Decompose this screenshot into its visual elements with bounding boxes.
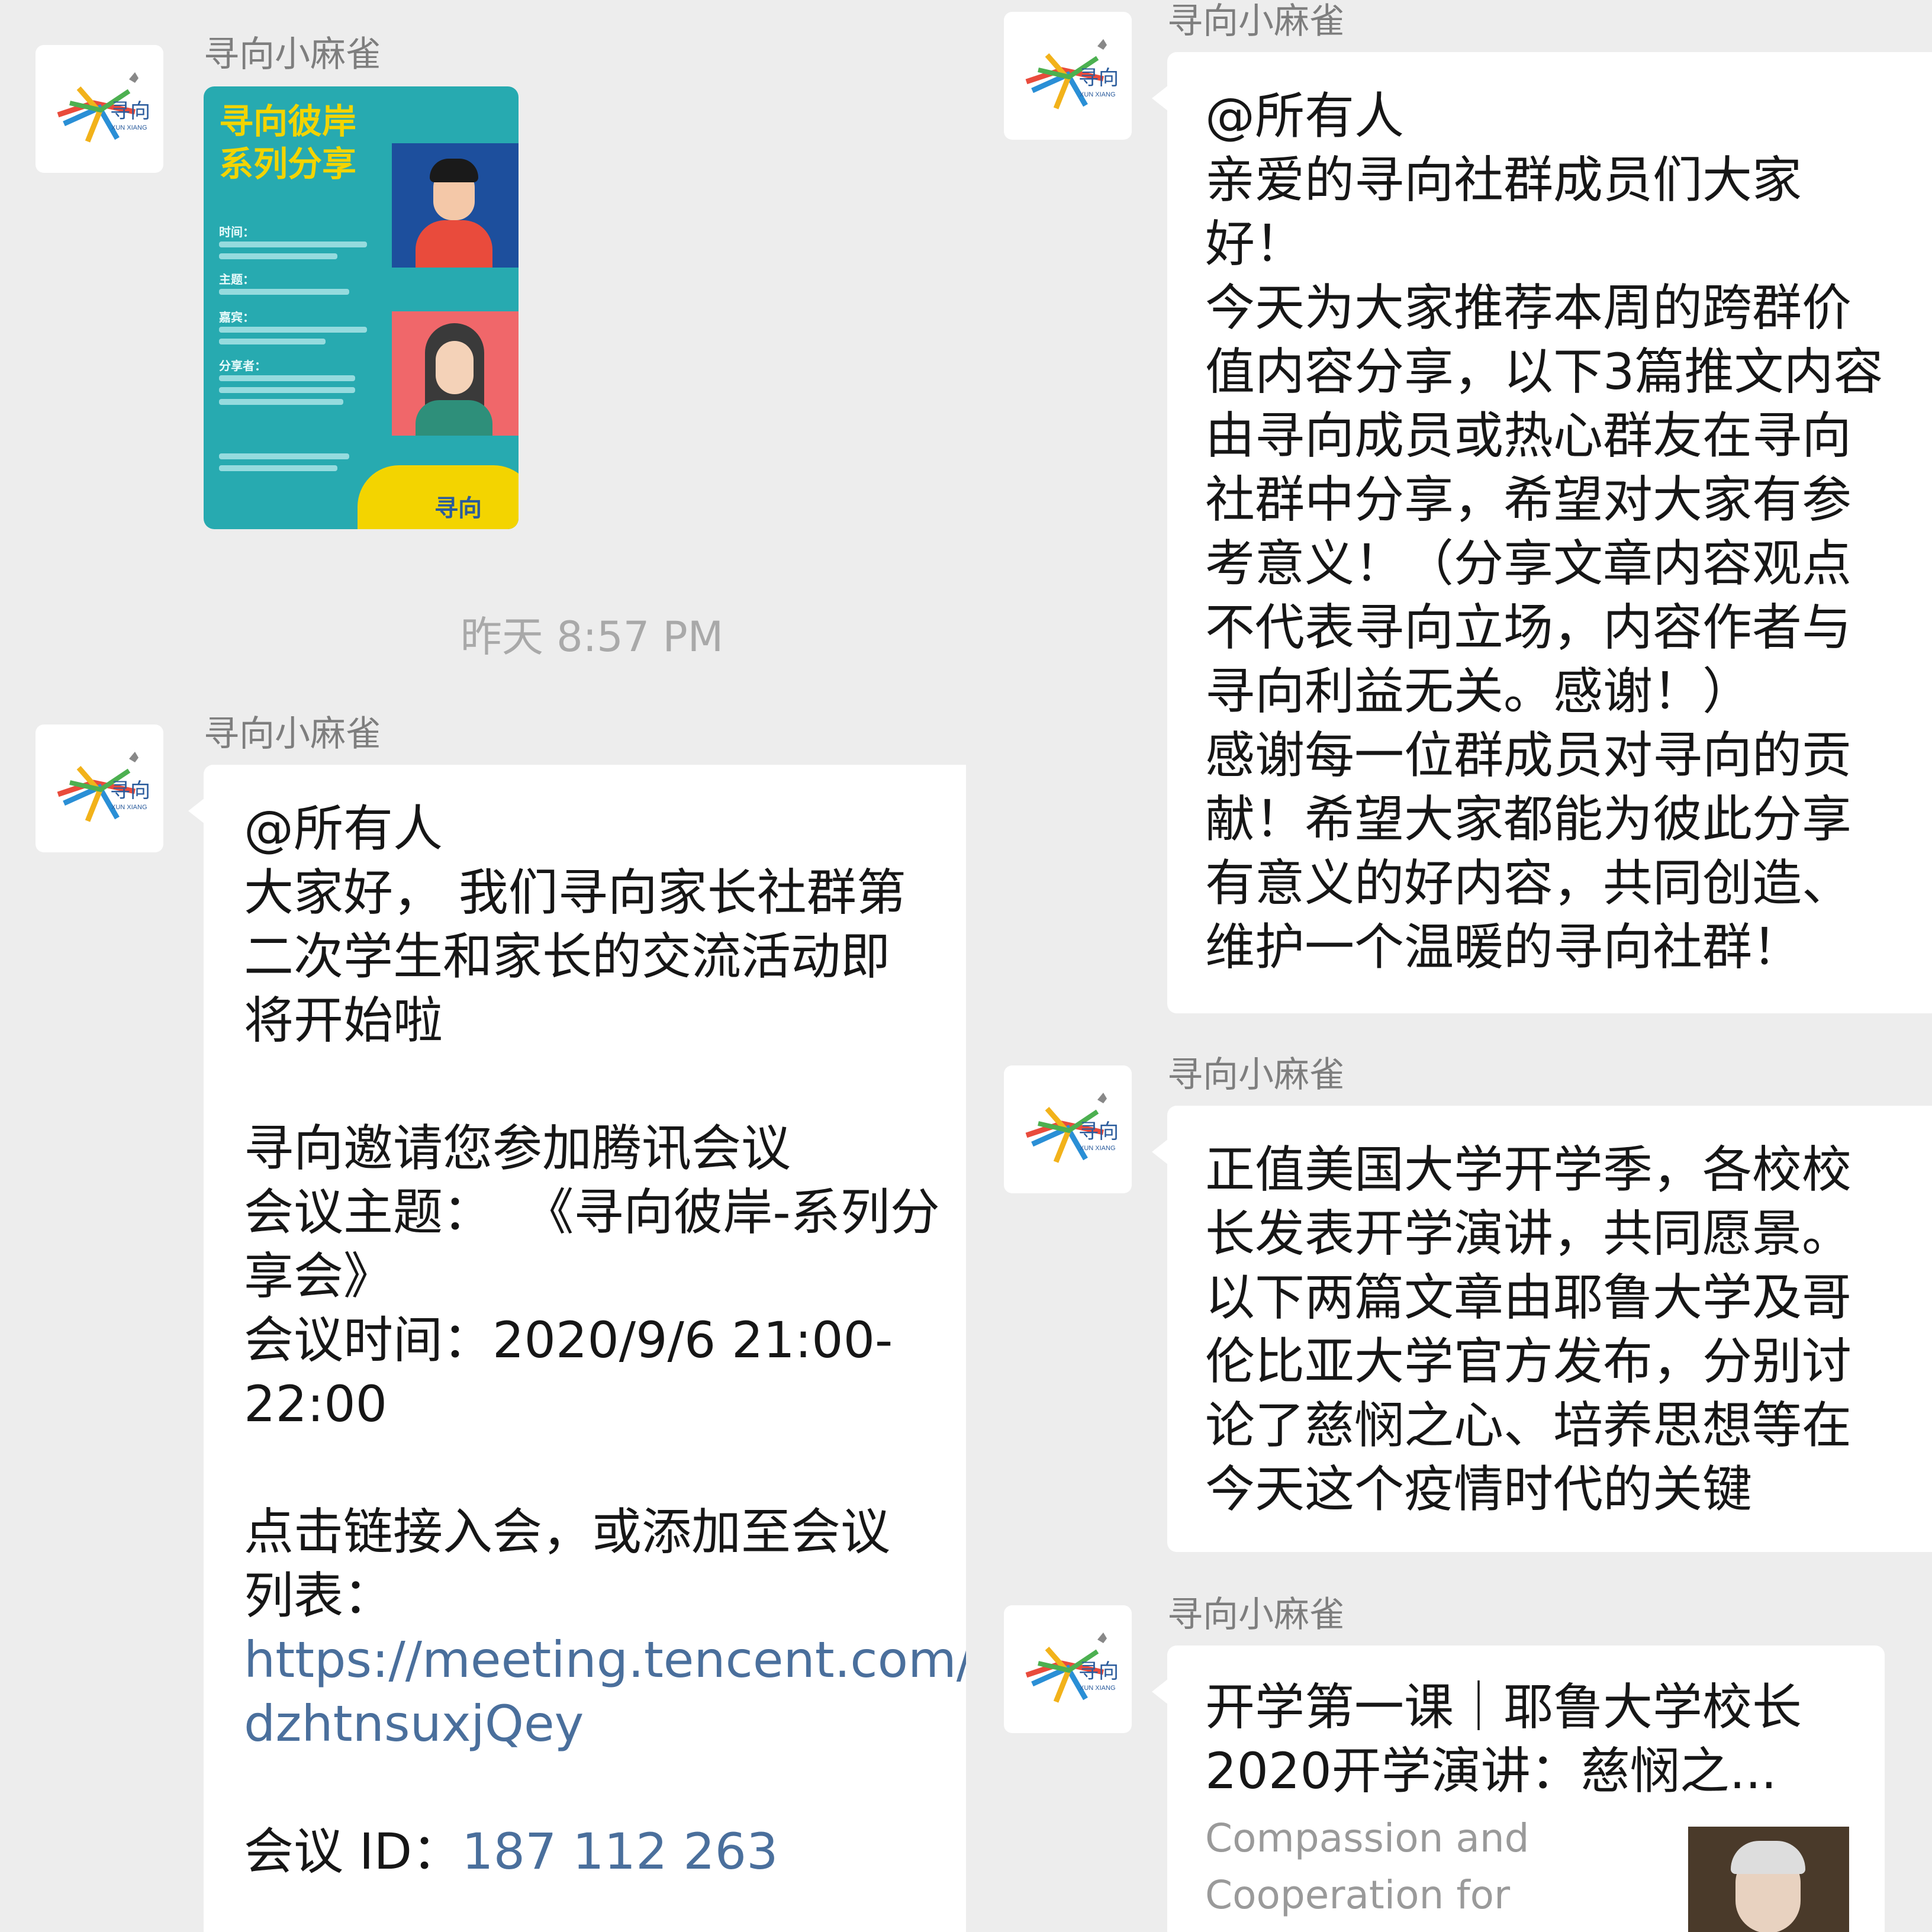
xunxiang-logo-icon: 寻向 XUN XIANG (1025, 1632, 1119, 1703)
message-line: 由寻向成员或热心群友在寻向 (1205, 407, 1852, 465)
xunxiang-logo-icon: 寻向 XUN XIANG (1025, 1093, 1119, 1163)
message-line: 正值美国大学开学季，各校校 (1205, 1141, 1852, 1199)
chat-timestamp: 昨天 8:57 PM (460, 613, 724, 661)
message-bubble-text[interactable]: 正值美国大学开学季，各校校 长发表开学演讲，共同愿景。 以下两篇文章由耶鲁大学及哥伦… (1152, 1106, 1932, 1552)
message-line: 寻向邀请您参加腾讯会议 (244, 1119, 791, 1177)
svg-text:寻向: 寻向 (110, 780, 150, 802)
svg-text:XUN XIANG: XUN XIANG (1080, 91, 1116, 98)
portrait-1-image (392, 143, 519, 268)
message-text: 正值美国大学开学季，各校校 长发表开学演讲，共同愿景。 以下两篇文章由耶鲁大学及哥伦… (1205, 1138, 1932, 1521)
message-line: 今天这个疫情时代的关键 (1205, 1460, 1753, 1518)
message-line: 长发表开学演讲，共同愿景。 (1205, 1205, 1852, 1263)
message-line: 亲爱的寻向社群成员们大家 (1205, 151, 1802, 209)
svg-text:XUN XIANG: XUN XIANG (111, 124, 147, 131)
message-line: 伦比亚大学官方发布，分别讨 (1205, 1332, 1852, 1390)
meeting-id-label: 会议 ID： (244, 1822, 462, 1881)
sender-name: 寻向小麻雀 (204, 713, 381, 755)
svg-text:XUN XIANG: XUN XIANG (1080, 1685, 1116, 1692)
message-line: 将开始啦 (244, 991, 443, 1049)
poster-time-label: 时间： (219, 225, 255, 239)
poster-guest-label: 嘉宾： (219, 310, 255, 324)
poster-topic-label: 主题： (219, 272, 255, 286)
poster-title-line2: 系列分享 (219, 144, 357, 184)
message-line: 感谢每一位群成员对寻向的贡 (1205, 726, 1852, 784)
message-line (244, 1436, 966, 1500)
meeting-id-row: 会议 ID：187 112 263 (244, 1820, 966, 1883)
message-line: 寻向利益无关。感谢！） (1205, 662, 1753, 720)
sender-name: 寻向小麻雀 (1167, 1054, 1345, 1096)
poster-title-line1: 寻向彼岸 (219, 101, 357, 141)
right-chat-panel: 寻向 XUN XIANG 寻向小麻雀 @所有人亲爱的寻向社群成员们大家 好！ 今天为… (966, 0, 1932, 1932)
meeting-id-value[interactable]: 187 112 263 (462, 1822, 778, 1881)
message-line: 不代表寻向立场，内容作者与 (1205, 598, 1852, 656)
message-line: 二次学生和家长的交流活动即 (244, 928, 891, 986)
message-line: 列表： (244, 1567, 394, 1625)
message-bubble-meeting[interactable]: @所有人大家好， 我们寻向家长社群第 二次学生和家长的交流活动即 将开始啦寻向邀请您… (188, 765, 966, 1932)
sender-name: 寻向小麻雀 (204, 34, 381, 75)
xunxiang-logo-icon: 寻向 XUN XIANG (1025, 39, 1119, 110)
sender-avatar[interactable]: 寻向 XUN XIANG (1004, 1065, 1132, 1193)
article-title-line1: 开学第一课｜耶鲁大学校长 (1205, 1678, 1802, 1736)
svg-text:XUN XIANG: XUN XIANG (1080, 1145, 1116, 1152)
xunxiang-logo-icon: 寻向 XUN XIANG (57, 752, 150, 822)
meeting-link-cont[interactable]: dzhtnsuxjQey (244, 1692, 966, 1756)
article-card[interactable]: 开学第一课｜耶鲁大学校长 2020开学演讲：慈悯之... Compassion … (1152, 1646, 1885, 1932)
message-line: 以下两篇文章由耶鲁大学及哥 (1205, 1268, 1852, 1326)
message-line: @所有人 (244, 800, 443, 858)
meeting-link[interactable]: https://meeting.tencent.com/s (244, 1628, 966, 1692)
message-line: 22:00 (244, 1375, 388, 1433)
message-line: 今天为大家推荐本周的跨群价 (1205, 279, 1852, 337)
message-line: 论了慈悯之心、培养思想等在 (1205, 1396, 1852, 1454)
message-text: @所有人亲爱的寻向社群成员们大家 好！ 今天为大家推荐本周的跨群价 值内容分享，以下3… (1205, 84, 1932, 979)
message-line: 考意义！（分享文章内容观点 (1205, 534, 1852, 593)
left-chat-panel: 寻向 XUN XIANG 寻向小麻雀 寻向彼岸 系列分享 时间： 主题： 嘉宾：… (0, 0, 966, 1932)
poster-image-message[interactable]: 寻向彼岸 系列分享 时间： 主题： 嘉宾： 分享者： 寻向 (204, 86, 519, 529)
message-line: 社群中分享，希望对大家有参 (1205, 471, 1852, 529)
message-bubble-announcement[interactable]: @所有人亲爱的寻向社群成员们大家 好！ 今天为大家推荐本周的跨群价 值内容分享，以下3… (1152, 52, 1932, 1013)
message-line: 点击链接入会，或添加至会议 (244, 1503, 891, 1561)
message-line: 大家好， 我们寻向家长社群第 (244, 864, 906, 922)
message-line: 会议主题： 《寻向彼岸-系列分 (244, 1183, 940, 1241)
sender-name: 寻向小麻雀 (1167, 1, 1345, 42)
message-line: @所有人 (1205, 87, 1405, 145)
message-line: 享会》 (244, 1247, 394, 1305)
message-line: 有意义的好内容，共同创造、 (1205, 854, 1852, 912)
message-line: 值内容分享，以下3篇推文内容 (1205, 343, 1883, 401)
svg-text:寻向: 寻向 (1078, 67, 1119, 89)
message-line: 献！希望大家都能为彼此分享 (1205, 790, 1852, 848)
svg-text:寻向: 寻向 (1078, 1660, 1119, 1683)
poster-share-label: 分享者： (219, 359, 266, 373)
svg-text:XUN XIANG: XUN XIANG (111, 804, 147, 811)
poster-footer-logo: 寻向 (434, 495, 482, 522)
sender-avatar[interactable]: 寻向 XUN XIANG (36, 724, 163, 852)
message-text: @所有人大家好， 我们寻向家长社群第 二次学生和家长的交流活动即 将开始啦寻向邀请您… (244, 797, 966, 1628)
sender-avatar[interactable]: 寻向 XUN XIANG (1004, 12, 1132, 140)
article-title-line2: 2020开学演讲：慈悯之... (1205, 1742, 1777, 1800)
article-thumbnail (1688, 1827, 1849, 1932)
sender-name: 寻向小麻雀 (1167, 1594, 1345, 1635)
message-line: 维护一个温暖的寻向社群！ (1205, 918, 1802, 976)
sender-avatar[interactable]: 寻向 XUN XIANG (36, 45, 163, 173)
message-line (244, 1052, 966, 1116)
message-line: 会议时间：2020/9/6 21:00- (244, 1311, 893, 1369)
xunxiang-logo-icon: 寻向 XUN XIANG (57, 72, 150, 143)
svg-text:寻向: 寻向 (1078, 1120, 1119, 1143)
svg-text:寻向: 寻向 (110, 100, 150, 123)
sender-avatar[interactable]: 寻向 XUN XIANG (1004, 1605, 1132, 1733)
portrait-2-image (392, 311, 519, 436)
message-line: 好！ (1205, 215, 1305, 273)
